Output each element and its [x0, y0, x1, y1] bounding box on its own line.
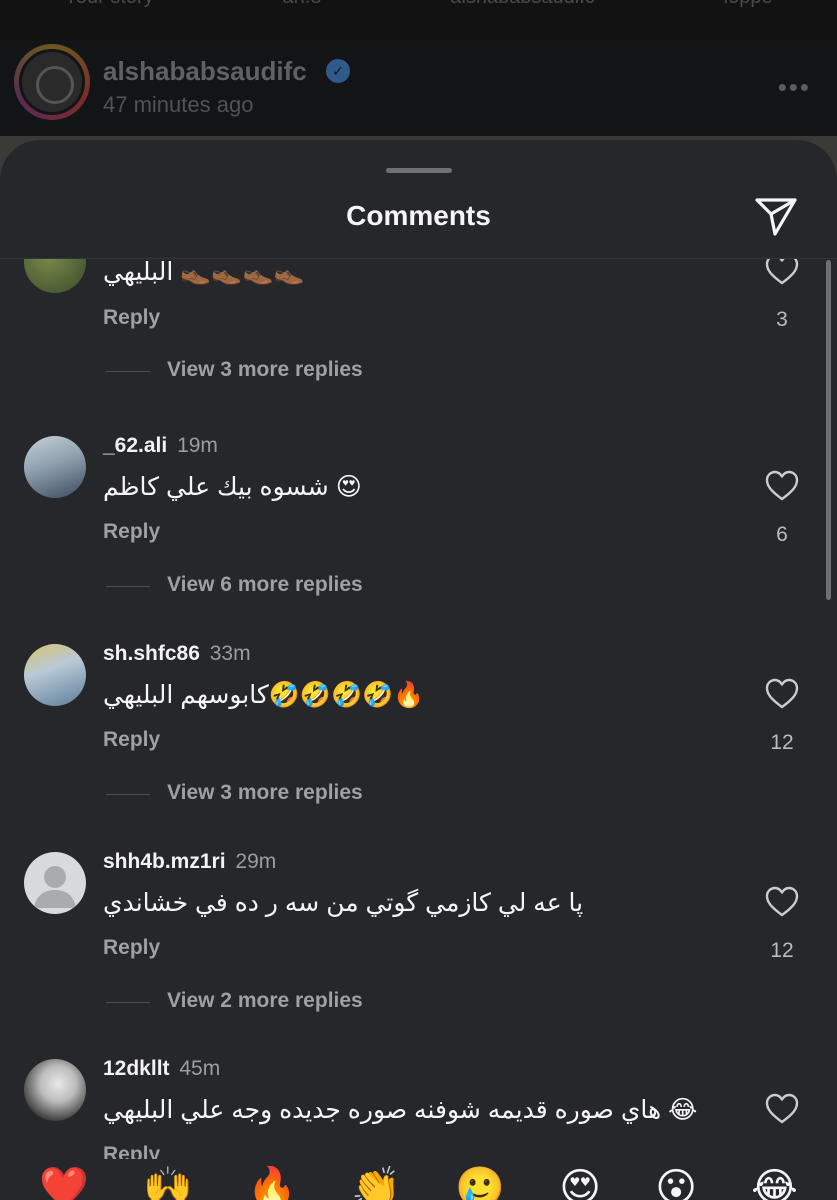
default-user-icon — [34, 866, 76, 908]
comment-meta: 12dkllt 45m — [103, 1057, 220, 1081]
avatar[interactable] — [24, 852, 86, 914]
reply-button[interactable]: Reply — [103, 728, 160, 752]
heart-icon[interactable] — [765, 259, 799, 286]
story-label[interactable]: loppe — [724, 0, 773, 16]
replies-line — [106, 586, 150, 587]
raised-hands-emoji-button[interactable]: 🙌 — [143, 1166, 193, 1200]
story-label[interactable]: ari.8 — [283, 0, 322, 16]
comment-meta: sh.shfc86 33m — [103, 642, 251, 666]
scrollbar[interactable] — [826, 260, 831, 600]
like-count: 3 — [776, 308, 788, 331]
heart-icon[interactable] — [765, 1093, 799, 1125]
post-timestamp: 47 minutes ago — [103, 92, 254, 117]
comment-time: 33m — [209, 642, 251, 665]
comment-text: كابوسهم البليهي🤣🤣🤣🤣🔥 — [103, 681, 425, 709]
reply-button[interactable]: Reply — [103, 1143, 160, 1159]
like-count: 12 — [770, 939, 794, 962]
avatar[interactable] — [24, 644, 86, 706]
comment-text: هاي صوره قديمه شوفنه صوره جديده وجه علي … — [103, 1096, 698, 1124]
comment-time: 29m — [235, 850, 277, 873]
comment-meta: _62.ali 19m — [103, 434, 218, 458]
avatar[interactable] — [24, 259, 86, 293]
comment-username[interactable]: 12dkllt — [103, 1057, 170, 1080]
like-count: 12 — [770, 731, 794, 754]
comment-meta: shh4b.mz1ri 29m — [103, 850, 276, 874]
like-count: 6 — [776, 523, 788, 546]
verified-badge-icon: ✓ — [326, 59, 350, 83]
post-header: alshababsaudifc ✓ 47 minutes ago ••• — [0, 40, 837, 136]
send-icon[interactable] — [753, 192, 799, 238]
surprised-emoji-button[interactable]: 😮 — [655, 1166, 697, 1200]
ellipsis-icon[interactable]: ••• — [778, 72, 811, 103]
replies-line — [106, 371, 150, 372]
replies-line — [106, 1002, 150, 1003]
avatar[interactable] — [24, 436, 86, 498]
post-author-username[interactable]: alshababsaudifc — [103, 56, 307, 87]
reply-button[interactable]: Reply — [103, 936, 160, 960]
red-heart-emoji-button[interactable]: ❤️ — [39, 1166, 89, 1200]
emoji-reaction-bar: ❤️ 🙌 🔥 👏 🥲 😍 😮 😂 — [0, 1166, 837, 1200]
stories-row: Your story ari.8 alshababsaudifc loppe — [0, 0, 837, 16]
heart-icon[interactable] — [765, 678, 799, 710]
avatar[interactable] — [24, 1059, 86, 1121]
club-logo-icon — [36, 66, 74, 104]
story-label[interactable]: alshababsaudifc — [450, 0, 595, 16]
comments-list[interactable]: البليهي 👞👞👞👞 Reply View 3 more replies 3… — [0, 259, 837, 1159]
replies-line — [106, 794, 150, 795]
comment-text: شسوه بيك علي كاظم 😍 — [103, 473, 362, 501]
fire-emoji-button[interactable]: 🔥 — [247, 1166, 297, 1200]
heart-eyes-emoji-button[interactable]: 😍 — [559, 1166, 601, 1200]
comment-time: 19m — [177, 434, 218, 457]
clapping-emoji-button[interactable]: 👏 — [351, 1166, 401, 1200]
comment-username[interactable]: _62.ali — [103, 434, 167, 457]
sheet-title: Comments — [346, 200, 491, 231]
view-replies-button[interactable]: View 6 more replies — [167, 573, 363, 597]
comment-username[interactable]: sh.shfc86 — [103, 642, 200, 665]
comment-text: البليهي 👞👞👞👞 — [103, 259, 305, 286]
heart-icon[interactable] — [765, 886, 799, 918]
view-replies-button[interactable]: View 3 more replies — [167, 358, 363, 382]
view-replies-button[interactable]: View 2 more replies — [167, 989, 363, 1013]
post-author-avatar[interactable] — [14, 44, 90, 120]
tearful-smile-emoji-button[interactable]: 🥲 — [455, 1166, 505, 1200]
view-replies-button[interactable]: View 3 more replies — [167, 781, 363, 805]
laughing-emoji-button[interactable]: 😂 — [751, 1166, 798, 1200]
reply-button[interactable]: Reply — [103, 520, 160, 544]
comment-text: پا عه لي كازمي گوتي من سه ر ده في خشاندي — [103, 889, 584, 917]
comment-username[interactable]: shh4b.mz1ri — [103, 850, 226, 873]
reply-button[interactable]: Reply — [103, 306, 160, 330]
heart-icon[interactable] — [765, 470, 799, 502]
story-label[interactable]: Your story — [64, 0, 153, 16]
comment-time: 45m — [179, 1057, 221, 1080]
comments-sheet: Comments البليهي 👞👞👞👞 Reply View 3 more … — [0, 140, 837, 1200]
sheet-drag-handle[interactable] — [386, 168, 452, 173]
